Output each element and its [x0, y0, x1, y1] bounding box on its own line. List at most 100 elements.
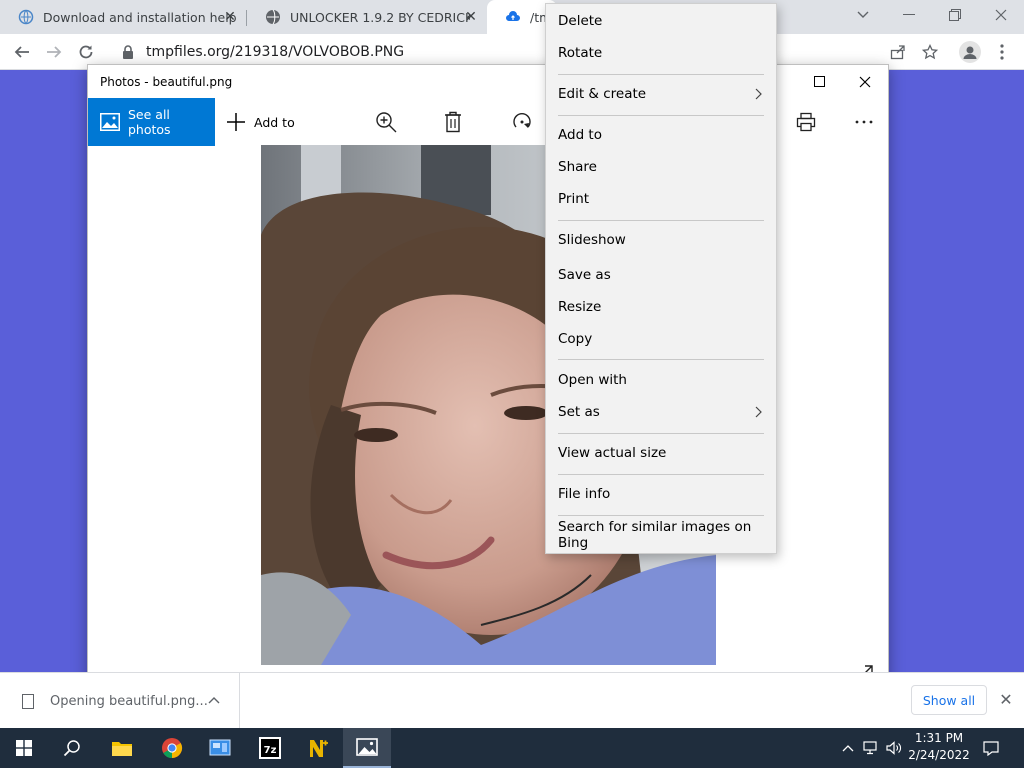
menu-item-resize[interactable]: Resize [546, 292, 776, 322]
menu-item-file-info[interactable]: File info [546, 479, 776, 509]
browser-tab-strip: Download and installation help ✕ UNLOCKE… [0, 0, 1024, 34]
close-window-icon[interactable] [842, 65, 888, 98]
menu-separator [558, 433, 764, 434]
menu-item-view-actual-size[interactable]: View actual size [546, 438, 776, 468]
see-all-photos-button[interactable]: See all photos [88, 98, 215, 146]
menu-item-label: Rotate [558, 45, 603, 61]
file-icon [22, 693, 34, 709]
taskbar-clock[interactable]: 1:31 PM 2/24/2022 [903, 730, 975, 766]
start-icon[interactable] [0, 728, 48, 768]
close-icon[interactable]: ✕ [222, 9, 238, 25]
download-bar: Opening beautiful.png... Show all ✕ [0, 672, 1024, 729]
url-text: tmpfiles.org/219318/VOLVOBOB.PNG [146, 44, 405, 60]
menu-item-copy[interactable]: Copy [546, 324, 776, 354]
lock-icon[interactable] [122, 45, 134, 59]
add-to-button[interactable]: Add to [226, 98, 295, 146]
chrome-icon[interactable] [148, 728, 196, 768]
see-all-label: See all photos [128, 107, 171, 137]
menu-item-set-as[interactable]: Set as [546, 397, 776, 427]
notifications-icon[interactable] [983, 740, 999, 756]
file-explorer-icon[interactable] [98, 728, 146, 768]
cloud-upload-icon [505, 9, 521, 25]
menu-separator [558, 220, 764, 221]
clock-time: 1:31 PM [914, 731, 964, 745]
show-all-button[interactable]: Show all [911, 685, 987, 715]
photo-gallery-icon [100, 113, 120, 131]
photos-context-menu: Delete Rotate Edit & create Add to Share… [545, 3, 777, 554]
close-window-icon[interactable] [978, 0, 1024, 30]
7zip-icon[interactable]: 7z [246, 728, 294, 768]
chrome-menu-icon[interactable] [988, 38, 1016, 66]
download-status-text: Opening beautiful.png... [50, 693, 208, 709]
forward-arrow-icon[interactable] [40, 38, 68, 66]
minimize-icon[interactable] [886, 0, 932, 30]
chevron-right-icon [752, 405, 764, 419]
menu-item-label: View actual size [558, 445, 667, 461]
menu-item-label: Delete [558, 13, 603, 29]
menu-item-share[interactable]: Share [546, 152, 776, 182]
menu-item-delete[interactable]: Delete [546, 6, 776, 36]
search-icon[interactable] [48, 728, 96, 768]
globe-icon [265, 9, 281, 25]
restore-icon[interactable] [932, 0, 978, 30]
menu-item-search-bing[interactable]: Search for similar images on Bing [546, 519, 776, 551]
menu-item-open-with[interactable]: Open with [546, 365, 776, 395]
menu-item-label: Copy [558, 331, 593, 347]
menu-item-print[interactable]: Print [546, 184, 776, 214]
share-icon[interactable] [884, 38, 912, 66]
more-options-icon[interactable] [852, 110, 876, 134]
plus-icon [226, 112, 246, 132]
menu-item-label: Slideshow [558, 232, 626, 248]
address-bar[interactable]: tmpfiles.org/219318/VOLVOBOB.PNG [106, 37, 952, 67]
menu-item-edit-create[interactable]: Edit & create [546, 79, 776, 109]
tab-download-help[interactable]: Download and installation help ✕ [0, 0, 246, 34]
menu-item-label: Edit & create [558, 86, 647, 102]
menu-item-save-as[interactable]: Save as [546, 260, 776, 290]
back-arrow-icon[interactable] [8, 38, 36, 66]
help-globe-icon [18, 9, 34, 25]
close-icon[interactable]: ✕ [996, 689, 1016, 709]
menu-item-label: Search for similar images on Bing [558, 519, 752, 551]
photos-icon[interactable] [343, 728, 391, 768]
menu-item-label: File info [558, 486, 611, 502]
menu-item-label: Set as [558, 404, 600, 420]
window-title: Photos - beautiful.png [100, 74, 233, 89]
menu-item-label: Save as [558, 267, 611, 283]
rotate-icon[interactable] [510, 110, 534, 134]
zoom-in-icon[interactable] [374, 110, 398, 134]
tab-search-chevron-icon[interactable] [840, 0, 886, 30]
menu-separator [558, 515, 764, 516]
clock-date: 2/24/2022 [908, 748, 970, 762]
add-to-label: Add to [254, 114, 295, 130]
notepad-plus-icon[interactable] [294, 728, 342, 768]
network-icon[interactable] [863, 740, 879, 756]
tab-title: Download and installation help [43, 9, 236, 25]
menu-item-label: Add to [558, 127, 602, 143]
close-icon[interactable]: ✕ [463, 9, 479, 25]
menu-item-label: Open with [558, 372, 627, 388]
tab-unlocker[interactable]: UNLOCKER 1.9.2 BY CEDRICK 'NI ✕ [247, 0, 487, 34]
menu-item-slideshow[interactable]: Slideshow [546, 225, 776, 255]
print-icon[interactable] [794, 110, 818, 134]
volume-icon[interactable] [886, 740, 902, 756]
menu-separator [558, 474, 764, 475]
reload-icon[interactable] [72, 38, 100, 66]
maximize-icon[interactable] [796, 65, 842, 98]
chevron-right-icon [752, 87, 764, 101]
svg-text:7z: 7z [264, 745, 277, 756]
download-item[interactable]: Opening beautiful.png... [0, 673, 240, 729]
bookmark-star-icon[interactable] [916, 38, 944, 66]
menu-separator [558, 115, 764, 116]
menu-item-label: Resize [558, 299, 602, 315]
chevron-up-icon[interactable] [840, 740, 856, 756]
menu-item-rotate[interactable]: Rotate [546, 38, 776, 68]
chevron-up-icon[interactable] [208, 693, 220, 707]
delete-trash-icon[interactable] [441, 110, 465, 134]
control-panel-icon[interactable] [196, 728, 244, 768]
profile-avatar-icon[interactable] [956, 38, 984, 66]
menu-separator [558, 74, 764, 75]
windows-taskbar: 7z 1:31 PM 2/24/2022 [0, 728, 1024, 768]
menu-item-label: Share [558, 159, 597, 175]
menu-item-label: Print [558, 191, 590, 207]
menu-item-add-to[interactable]: Add to [546, 120, 776, 150]
